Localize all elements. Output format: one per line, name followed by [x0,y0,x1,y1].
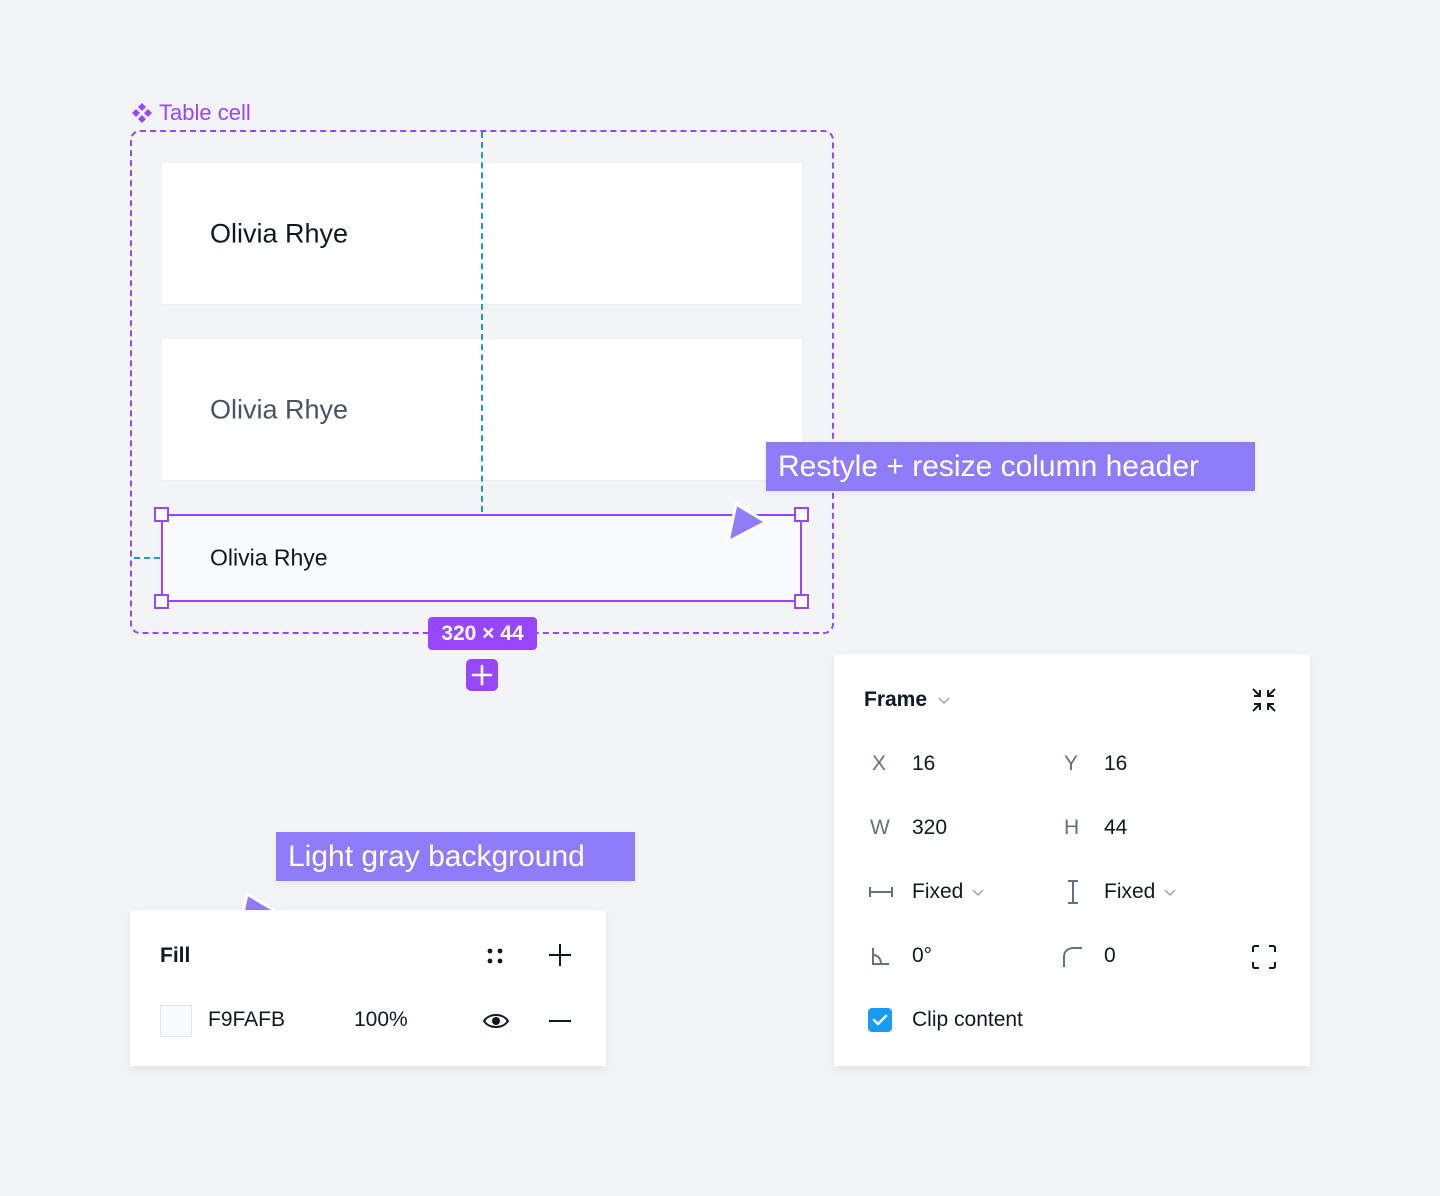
rotation-field[interactable]: 0° [868,943,932,969]
plus-icon [471,664,493,686]
frame-type-dropdown[interactable]: Frame [864,688,951,712]
fill-opacity-value[interactable]: 100% [354,1008,408,1032]
horizontal-guide-line [134,557,160,559]
corner-radius-field[interactable]: 0 [1060,943,1116,969]
chevron-down-icon [972,889,984,897]
minus-icon[interactable] [548,1010,572,1032]
width-field[interactable]: W 320 [870,816,947,840]
fill-panel: Fill F9FAFB 100% [130,910,606,1066]
chevron-down-icon [1164,889,1176,897]
add-variant-button[interactable] [466,659,498,691]
fill-title: Fill [160,944,191,967]
eye-icon[interactable] [482,1010,510,1032]
vertical-resize-icon [1068,880,1078,904]
resize-handle-bottom-left[interactable] [154,594,169,609]
component-label[interactable]: Table cell [131,100,251,126]
cell-text: Olivia Rhye [210,218,349,248]
rotation-value[interactable]: 0° [912,944,932,968]
add-fill-icon[interactable] [548,943,572,967]
collapse-icon[interactable] [1250,686,1278,714]
horizontal-resize-icon [869,887,893,897]
w-value[interactable]: 320 [912,816,947,840]
resize-handle-top-left[interactable] [154,507,169,522]
selected-table-cell[interactable]: Olivia Rhye [161,514,802,602]
component-name: Table cell [159,100,251,125]
rotation-angle-icon [872,948,889,965]
callout-light-gray: Light gray background [276,832,635,881]
vertical-guide-line [481,132,483,512]
cell-text: Olivia Rhye [210,544,328,571]
clip-content-checkbox[interactable] [868,1008,892,1032]
x-label: X [872,752,887,775]
corner-radius-value[interactable]: 0 [1104,944,1116,968]
y-value[interactable]: 16 [1104,752,1127,776]
height-sizing-value: Fixed [1104,880,1156,903]
component-icon [132,103,152,123]
height-field[interactable]: H 44 [1064,816,1127,840]
y-label: Y [1064,752,1079,775]
h-label: H [1064,816,1080,839]
cell-text: Olivia Rhye [210,394,349,424]
width-sizing-dropdown[interactable]: Fixed [868,879,985,905]
x-value[interactable]: 16 [912,752,935,776]
frame-title: Frame [864,688,928,711]
fill-color-swatch[interactable] [160,1005,192,1037]
clip-content-label[interactable]: Clip content [912,1008,1023,1032]
styles-dots-icon[interactable] [485,946,505,966]
chevron-down-icon [938,697,950,705]
resize-handle-bottom-right[interactable] [794,594,809,609]
size-badge: 320 × 44 [428,617,537,650]
y-field[interactable]: Y 16 [1064,752,1127,776]
resize-handle-top-right[interactable] [794,507,809,522]
frame-panel: Frame X 16 Y 16 W 320 H 44 Fixed Fixed 0… [834,654,1310,1066]
corner-radius-icon [1063,947,1082,967]
cursor-pointer-icon [726,502,768,544]
width-sizing-value: Fixed [912,880,964,903]
checkmark-icon [872,1014,888,1026]
independent-corners-icon[interactable] [1250,943,1278,971]
callout-restyle: Restyle + resize column header [766,442,1255,491]
h-value[interactable]: 44 [1104,816,1127,840]
w-label: W [870,816,890,839]
height-sizing-dropdown[interactable]: Fixed [1060,879,1177,905]
x-field[interactable]: X 16 [872,752,935,776]
fill-hex-value[interactable]: F9FAFB [208,1008,285,1032]
